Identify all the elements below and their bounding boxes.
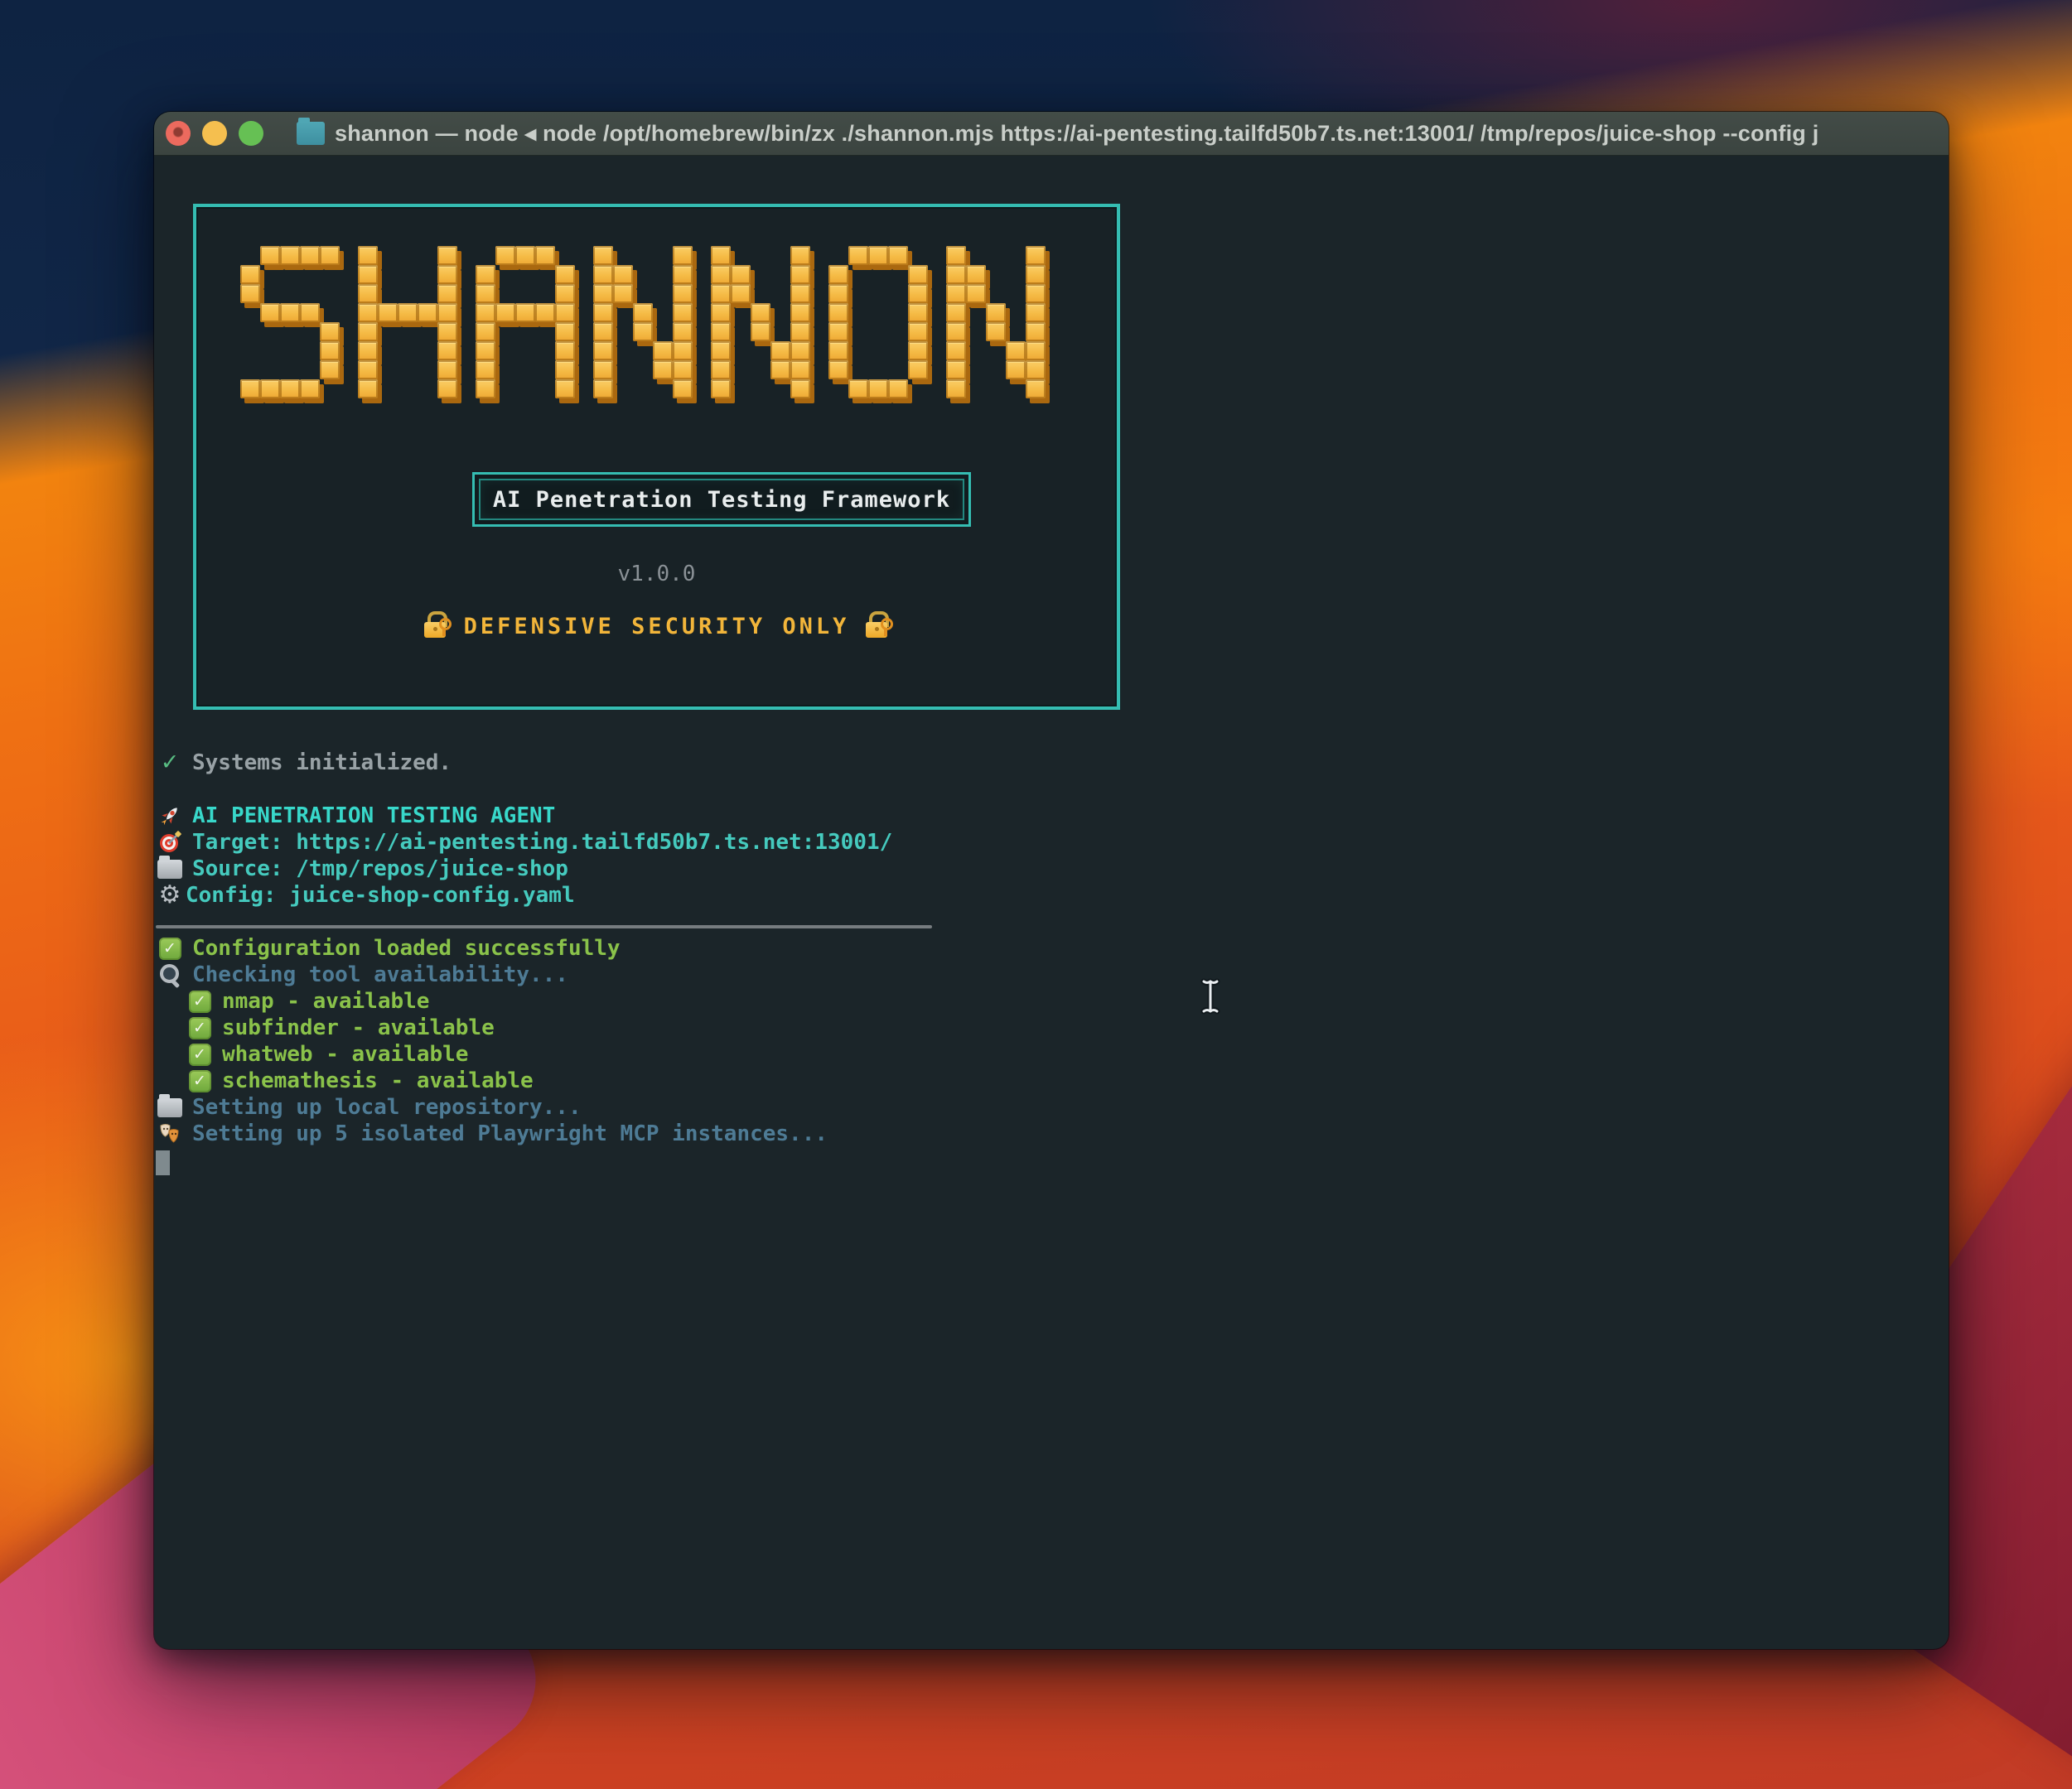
banner-box: AI Penetration Testing Framework v1.0.0 … bbox=[193, 204, 1120, 710]
rocket-icon bbox=[156, 803, 184, 829]
proxy-folder-icon bbox=[297, 122, 325, 145]
magnifier-icon bbox=[156, 962, 184, 988]
traffic-light-close-button[interactable] bbox=[166, 121, 191, 146]
logo-letter-A bbox=[476, 246, 575, 398]
logo-letter-S bbox=[240, 246, 340, 398]
safety-label: DEFENSIVE SECURITY ONLY bbox=[464, 614, 850, 639]
traffic-light-zoom-button[interactable] bbox=[239, 121, 263, 146]
window-title: shannon — node ◂ node /opt/homebrew/bin/… bbox=[335, 121, 1949, 147]
masks-icon bbox=[156, 1121, 184, 1147]
logo-letter-H bbox=[358, 246, 457, 398]
terminal-line: Setting up 5 isolated Playwright MCP ins… bbox=[156, 1121, 932, 1147]
checkbox-icon bbox=[186, 1041, 214, 1068]
terminal-window: shannon — node ◂ node /opt/homebrew/bin/… bbox=[154, 112, 1949, 1649]
logo-letter-O bbox=[828, 246, 928, 398]
checkbox-icon bbox=[186, 1015, 214, 1041]
safety-banner: DEFENSIVE SECURITY ONLY bbox=[196, 611, 1117, 641]
terminal-line: Source: /tmp/repos/juice-shop bbox=[156, 856, 932, 882]
lock-icon bbox=[423, 611, 449, 641]
divider-row bbox=[156, 909, 932, 935]
terminal-line: whatweb - available bbox=[156, 1041, 932, 1068]
line-text: Setting up local repository... bbox=[192, 1094, 582, 1121]
terminal-content-area[interactable]: AI Penetration Testing Framework v1.0.0 … bbox=[154, 156, 1949, 1649]
line-text: Checking tool availability... bbox=[192, 962, 568, 988]
lock-icon bbox=[864, 611, 891, 641]
terminal-line: Checking tool availability... bbox=[156, 962, 932, 988]
mouse-cursor-ibeam bbox=[1200, 977, 1221, 1019]
terminal-output: ✓ Systems initialized. AI PENETRATION TEST… bbox=[156, 750, 932, 1174]
terminal-line: AI PENETRATION TESTING AGENT bbox=[156, 803, 932, 829]
checkbox-icon bbox=[156, 935, 184, 962]
terminal-line: Configuration loaded successfully bbox=[156, 935, 932, 962]
line-text: schemathesis - available bbox=[222, 1068, 534, 1094]
window-title-bar[interactable]: shannon — node ◂ node /opt/homebrew/bin/… bbox=[154, 112, 1949, 156]
line-text: Systems initialized. bbox=[192, 750, 452, 776]
folder-icon bbox=[156, 856, 184, 882]
gear-icon: ⚙ bbox=[156, 882, 184, 909]
target-icon bbox=[156, 829, 184, 856]
line-text: Setting up 5 isolated Playwright MCP ins… bbox=[192, 1121, 828, 1147]
check-mark-icon: ✓ bbox=[156, 750, 184, 776]
terminal-line: Target: https://ai-pentesting.tailfd50b7… bbox=[156, 829, 932, 856]
logo-letter-N bbox=[946, 246, 1046, 398]
traffic-light-minimize-button[interactable] bbox=[202, 121, 227, 146]
line-text: Source: /tmp/repos/juice-shop bbox=[192, 856, 568, 882]
line-text: Configuration loaded successfully bbox=[192, 935, 621, 962]
terminal-line: Setting up local repository... bbox=[156, 1094, 932, 1121]
line-text: Config: juice-shop-config.yaml bbox=[186, 882, 575, 909]
line-text: nmap - available bbox=[222, 988, 429, 1015]
folder-icon bbox=[156, 1094, 184, 1121]
terminal-caret bbox=[156, 1150, 170, 1175]
checkbox-icon bbox=[186, 1068, 214, 1094]
logo-letter-N bbox=[593, 246, 693, 398]
checkbox-icon bbox=[186, 988, 214, 1015]
line-text: Target: https://ai-pentesting.tailfd50b7… bbox=[192, 829, 892, 856]
terminal-line: nmap - available bbox=[156, 988, 932, 1015]
terminal-line: ✓ Systems initialized. bbox=[156, 750, 932, 776]
caret-row bbox=[156, 1147, 932, 1174]
blank-line bbox=[156, 776, 932, 803]
terminal-line: schemathesis - available bbox=[156, 1068, 932, 1094]
line-text: subfinder - available bbox=[222, 1015, 495, 1041]
divider-line bbox=[156, 925, 932, 928]
terminal-line: subfinder - available bbox=[156, 1015, 932, 1041]
version-label: v1.0.0 bbox=[196, 562, 1117, 586]
line-text: AI PENETRATION TESTING AGENT bbox=[192, 803, 555, 829]
logo-letter-N bbox=[711, 246, 810, 398]
line-text: whatweb - available bbox=[222, 1041, 468, 1068]
shannon-ascii-logo bbox=[240, 246, 1046, 398]
framework-label: AI Penetration Testing Framework bbox=[493, 487, 950, 513]
framework-label-box: AI Penetration Testing Framework bbox=[472, 472, 971, 527]
terminal-line: ⚙Config: juice-shop-config.yaml bbox=[156, 882, 932, 909]
